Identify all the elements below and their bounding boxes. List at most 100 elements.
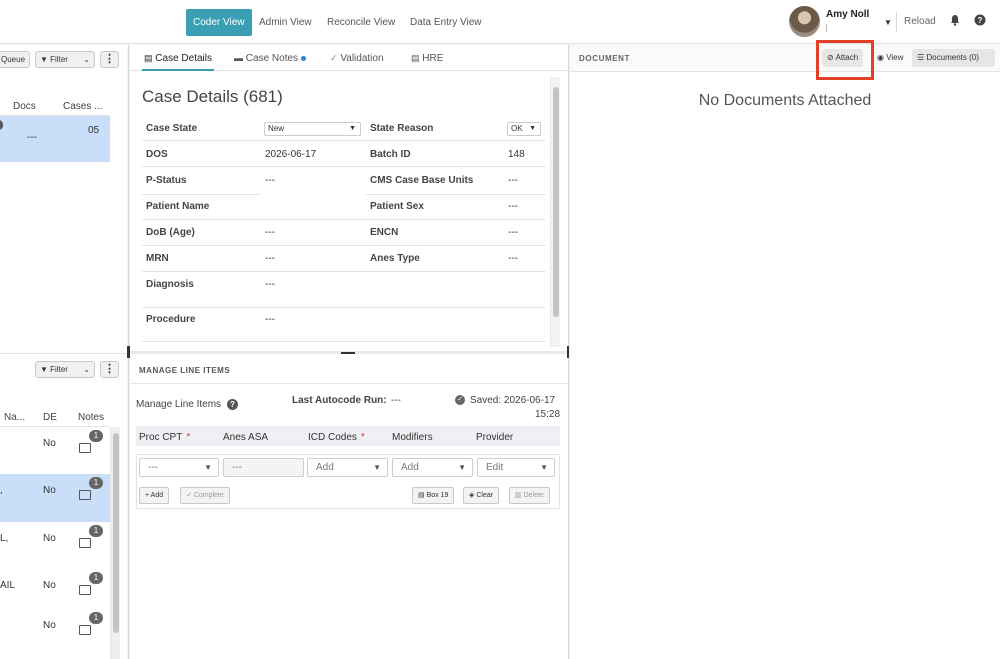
manage-line-items-label: Manage Line Items: [136, 399, 222, 410]
divider: [142, 140, 546, 141]
column-header-docs[interactable]: Docs: [13, 101, 36, 112]
scrollbar[interactable]: [110, 427, 120, 659]
table-row[interactable]: L, No 1: [0, 523, 110, 569]
icd-codes-select[interactable]: Add ▼: [307, 458, 388, 477]
header-modifiers[interactable]: Modifiers: [392, 432, 433, 443]
cms-units-value: ---: [508, 175, 518, 186]
scrollbar-thumb[interactable]: [553, 87, 559, 317]
table-row[interactable]: , No 1: [0, 474, 110, 522]
nav-tab-admin-view[interactable]: Admin View: [252, 9, 319, 36]
de-cell: No: [43, 620, 56, 631]
indicator-icon: [0, 120, 3, 130]
documents-button[interactable]: ☰ Documents (0): [912, 49, 995, 67]
modifiers-select[interactable]: Add ▼: [392, 458, 473, 477]
scrollbar[interactable]: [550, 77, 560, 347]
encn-value: ---: [508, 227, 518, 238]
complete-button[interactable]: ✓ Complete: [180, 487, 230, 504]
case-state-label: Case State: [146, 123, 198, 134]
proc-cpt-select[interactable]: --- ▼: [139, 458, 219, 477]
tab-case-details[interactable]: ▤ Case Details: [142, 45, 214, 71]
clear-label: Clear: [476, 492, 494, 499]
required-mark: *: [186, 432, 191, 443]
help-icon[interactable]: ?: [227, 399, 238, 410]
eye-icon: ◉: [877, 53, 887, 62]
queue-button[interactable]: Queue: [0, 51, 31, 68]
table-row[interactable]: --- 05: [0, 116, 110, 162]
chevron-down-icon: ▼: [204, 463, 212, 472]
filter-label: Filter: [50, 365, 68, 374]
saved-status: Saved: 2026-06-17: [470, 395, 556, 406]
case-state-select[interactable]: New ▼: [264, 122, 361, 136]
help-icon[interactable]: ?: [973, 14, 987, 28]
note-icon[interactable]: [79, 490, 91, 500]
anes-asa-input[interactable]: ---: [223, 458, 304, 477]
more-options-icon[interactable]: ⋮: [100, 361, 119, 378]
note-icon[interactable]: [79, 585, 91, 595]
procedure-label: Procedure: [146, 314, 196, 325]
tab-validation[interactable]: ✓ Validation: [330, 45, 384, 71]
delete-button[interactable]: ▥ Delete: [509, 487, 550, 504]
table-row[interactable]: No 1: [0, 610, 110, 656]
header-proc-cpt[interactable]: Proc CPT *: [139, 432, 190, 443]
header-icd-codes[interactable]: ICD Codes *: [308, 432, 365, 443]
dos-label: DOS: [146, 149, 168, 160]
filter-label: Filter: [50, 55, 68, 64]
user-name[interactable]: Amy Noll: [826, 9, 869, 20]
encn-label: ENCN: [370, 227, 399, 238]
tab-label: Case Details: [155, 53, 212, 64]
chevron-down-icon: ▼: [458, 463, 466, 472]
chevron-down-icon: ▼: [529, 125, 536, 132]
line-items-grid-header: Proc CPT * Anes ASA ICD Codes * Modifiers …: [136, 426, 560, 446]
header-provider[interactable]: Provider: [476, 432, 513, 443]
scrollbar-thumb[interactable]: [113, 433, 119, 633]
chevron-down-icon: ⌄: [83, 365, 90, 374]
tab-label: Validation: [340, 53, 384, 64]
chevron-down-icon: ▼: [540, 463, 548, 472]
dob-value: ---: [265, 227, 275, 238]
reload-button[interactable]: Reload: [904, 16, 936, 27]
patient-name-label: Patient Name: [146, 201, 210, 212]
document-icon: ▤: [418, 492, 427, 499]
chevron-down-icon[interactable]: ▼: [884, 18, 892, 27]
column-header-cases[interactable]: Cases ...: [63, 101, 102, 112]
avatar[interactable]: [789, 6, 820, 37]
more-options-icon[interactable]: ⋮: [100, 51, 119, 68]
nav-tab-reconcile-view[interactable]: Reconcile View: [320, 9, 402, 36]
add-line-button[interactable]: + Add: [139, 487, 170, 504]
column-header-notes[interactable]: Notes: [78, 412, 104, 423]
provider-select[interactable]: Edit ▼: [477, 458, 555, 477]
bell-icon[interactable]: [948, 14, 962, 28]
column-header-de[interactable]: DE: [43, 412, 57, 423]
tab-case-notes[interactable]: ▬ Case Notes: [234, 45, 306, 71]
pstatus-value: ---: [265, 175, 275, 186]
view-label: View: [886, 53, 904, 62]
icd-codes-value: Add: [316, 462, 334, 473]
view-button[interactable]: ◉ View: [872, 49, 908, 67]
resize-handle[interactable]: [567, 346, 569, 358]
document-panel: DOCUMENT ⊘ Attach ◉ View ☰ Documents (0)…: [570, 45, 1000, 659]
divider: [142, 341, 546, 342]
de-cell: No: [43, 438, 56, 449]
clear-button[interactable]: ◈ Clear: [463, 487, 500, 504]
divider: [896, 12, 897, 32]
note-icon[interactable]: [79, 443, 91, 453]
filter-icon: ▼: [40, 365, 48, 374]
page-title: Case Details (681): [142, 87, 283, 106]
notes-count-badge: 1: [89, 430, 103, 442]
filter-button-secondary[interactable]: ▼ Filter ⌄: [35, 361, 95, 378]
nav-tab-coder-view[interactable]: Coder View: [186, 9, 252, 36]
document-icon: ▤: [144, 53, 153, 63]
note-icon[interactable]: [79, 625, 91, 635]
nav-tab-data-entry-view[interactable]: Data Entry View: [403, 9, 489, 36]
header-anes-asa[interactable]: Anes ASA: [223, 432, 268, 443]
note-icon[interactable]: [79, 538, 91, 548]
table-row[interactable]: No 1: [0, 427, 110, 473]
document-toolbar: DOCUMENT ⊘ Attach ◉ View ☰ Documents (0): [570, 45, 1000, 72]
state-reason-select[interactable]: OK ▼: [507, 122, 541, 136]
tab-hre[interactable]: ▤ HRE: [411, 45, 443, 71]
header-label: Proc CPT: [139, 432, 183, 443]
box19-button[interactable]: ▤ Box 19: [412, 487, 455, 504]
filter-button[interactable]: ▼ Filter ⌄: [35, 51, 95, 68]
column-header-name[interactable]: Na...: [4, 412, 25, 423]
top-navigation-bar: Coder View Admin View Reconcile View Dat…: [0, 0, 1000, 44]
